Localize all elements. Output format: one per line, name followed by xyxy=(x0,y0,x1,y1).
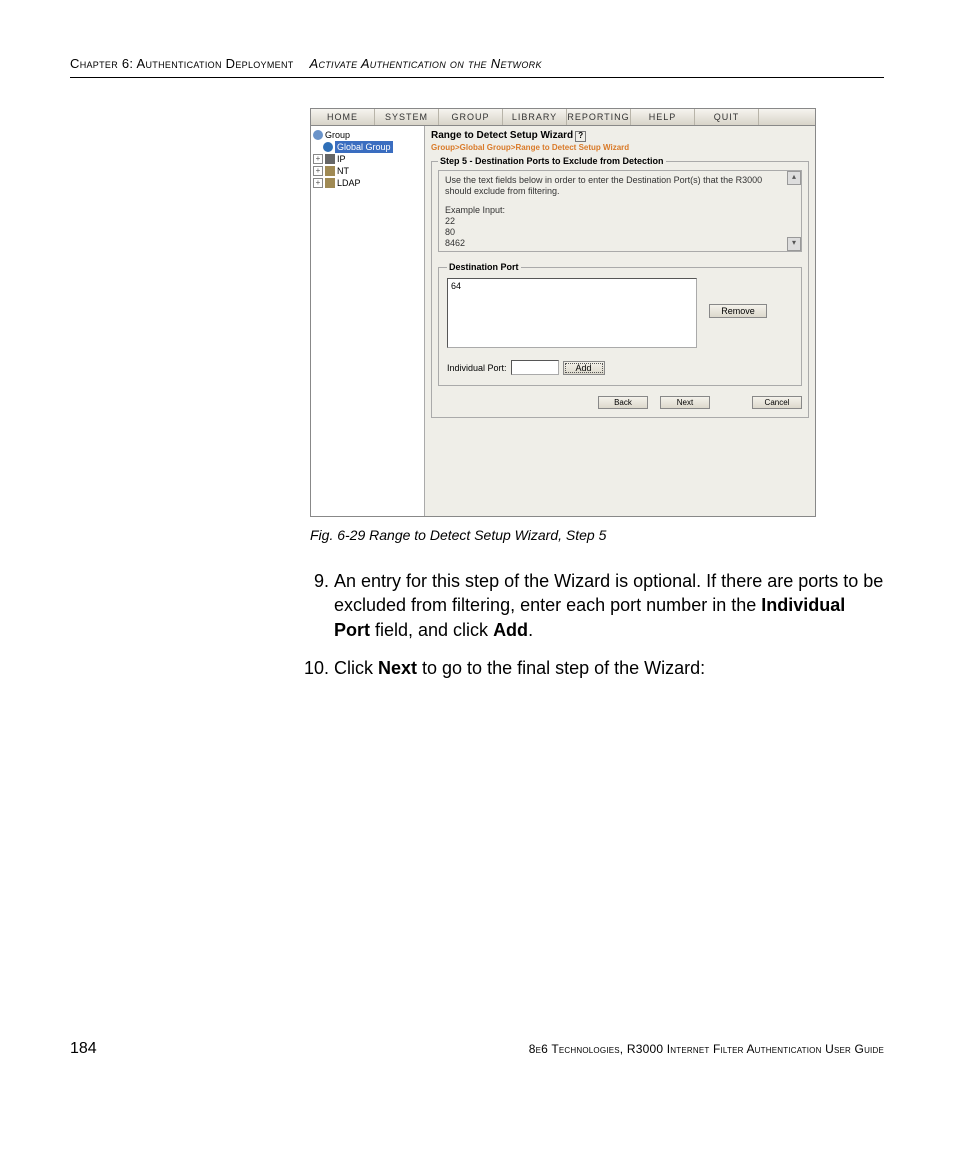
page-footer: 184 8e6 Technologies, R3000 Internet Fil… xyxy=(70,1040,884,1058)
help-icon[interactable]: ? xyxy=(575,131,586,142)
individual-port-input[interactable] xyxy=(511,360,559,375)
scroll-up-icon[interactable]: ▴ xyxy=(787,171,801,185)
port-entry[interactable]: 64 xyxy=(451,281,693,291)
example-label: Example Input: xyxy=(445,205,787,216)
text: field, and click xyxy=(370,620,493,640)
expand-icon[interactable]: + xyxy=(313,154,323,164)
figure-caption: Fig. 6-29 Range to Detect Setup Wizard, … xyxy=(310,527,884,543)
menu-home[interactable]: HOME xyxy=(311,109,375,125)
tree-ldap-label: LDAP xyxy=(337,177,361,189)
destination-port-list[interactable]: 64 xyxy=(447,278,697,348)
instruction-list: An entry for this step of the Wizard is … xyxy=(290,569,884,680)
tree-ldap[interactable]: + LDAP xyxy=(313,177,422,189)
wizard-panel: Range to Detect Setup Wizard? Group>Glob… xyxy=(425,126,815,516)
menu-spacer xyxy=(759,109,791,125)
breadcrumb: Group>Global Group>Range to Detect Setup… xyxy=(431,143,809,152)
text: to go to the final step of the Wizard: xyxy=(417,658,705,678)
example-3: 8462 xyxy=(445,238,787,249)
wizard-title: Range to Detect Setup Wizard? xyxy=(431,130,809,142)
tree-root[interactable]: Group xyxy=(313,129,422,141)
menu-help[interactable]: HELP xyxy=(631,109,695,125)
bold-text: Next xyxy=(378,658,417,678)
add-button[interactable]: Add xyxy=(563,361,605,375)
page-header: Chapter 6: Authentication Deployment Act… xyxy=(70,56,884,71)
instruction-9: An entry for this step of the Wizard is … xyxy=(334,569,884,642)
menu-quit[interactable]: QUIT xyxy=(695,109,759,125)
tree-nt-label: NT xyxy=(337,165,349,177)
tree-global-label: Global Group xyxy=(335,141,393,153)
page-number: 184 xyxy=(70,1040,97,1058)
expand-icon[interactable]: + xyxy=(313,166,323,176)
expand-icon[interactable]: + xyxy=(313,178,323,188)
remove-button[interactable]: Remove xyxy=(709,304,767,318)
dir-icon xyxy=(325,178,335,188)
example-2: 80 xyxy=(445,227,787,238)
scroll-down-icon[interactable]: ▾ xyxy=(787,237,801,251)
text: Click xyxy=(334,658,378,678)
menu-system[interactable]: SYSTEM xyxy=(375,109,439,125)
tree-ip-label: IP xyxy=(337,153,346,165)
cancel-button[interactable]: Cancel xyxy=(752,396,802,409)
example-1: 22 xyxy=(445,216,787,227)
group-icon xyxy=(313,130,323,140)
figure: HOME SYSTEM GROUP LIBRARY REPORTING HELP… xyxy=(310,108,884,517)
nav-tree: Group Global Group + IP + NT xyxy=(311,126,425,516)
destination-port-fieldset: Destination Port 64 Remove Individual Po… xyxy=(438,262,802,386)
globe-icon xyxy=(323,142,333,152)
text: . xyxy=(528,620,533,640)
tree-ip[interactable]: + IP xyxy=(313,153,422,165)
section-title: Activate Authentication on the Network xyxy=(309,56,541,71)
instr-line-2: should exclude from filtering. xyxy=(445,186,787,197)
tree-root-label: Group xyxy=(325,129,350,141)
instructions-box: Use the text fields below in order to en… xyxy=(438,170,802,252)
instruction-10: Click Next to go to the final step of th… xyxy=(334,656,884,680)
wizard-buttons: Back Next Cancel xyxy=(438,396,802,409)
bold-text: Add xyxy=(493,620,528,640)
header-rule xyxy=(70,77,884,78)
step5-fieldset: Step 5 - Destination Ports to Exclude fr… xyxy=(431,156,809,418)
guide-name: 8e6 Technologies, R3000 Internet Filter … xyxy=(529,1042,884,1056)
wizard-title-text: Range to Detect Setup Wizard xyxy=(431,130,573,141)
destination-port-legend: Destination Port xyxy=(447,262,521,272)
tree-global-group[interactable]: Global Group xyxy=(323,141,422,153)
chapter-title: Chapter 6: Authentication Deployment xyxy=(70,56,294,71)
back-button[interactable]: Back xyxy=(598,396,648,409)
app-window: HOME SYSTEM GROUP LIBRARY REPORTING HELP… xyxy=(310,108,816,517)
dir-icon xyxy=(325,166,335,176)
individual-port-label: Individual Port: xyxy=(447,363,507,373)
instr-line-1: Use the text fields below in order to en… xyxy=(445,175,787,186)
tree-nt[interactable]: + NT xyxy=(313,165,422,177)
menu-group[interactable]: GROUP xyxy=(439,109,503,125)
pc-icon xyxy=(325,154,335,164)
menu-library[interactable]: LIBRARY xyxy=(503,109,567,125)
next-button[interactable]: Next xyxy=(660,396,710,409)
menu-reporting[interactable]: REPORTING xyxy=(567,109,631,125)
menubar: HOME SYSTEM GROUP LIBRARY REPORTING HELP… xyxy=(311,109,815,126)
step5-legend: Step 5 - Destination Ports to Exclude fr… xyxy=(438,156,666,166)
